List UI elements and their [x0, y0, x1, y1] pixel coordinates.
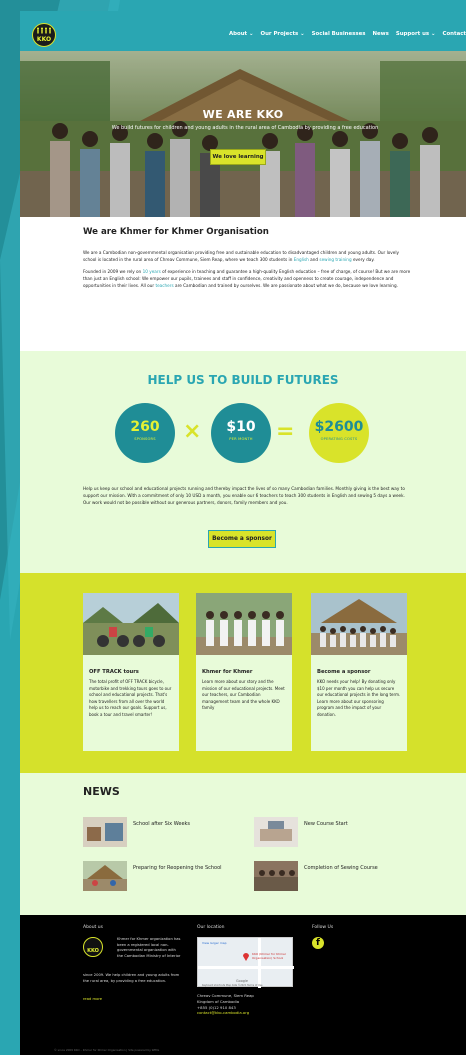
location-heading: Our location [197, 925, 225, 930]
news-item-title: Preparing for Reopening the School [133, 865, 222, 871]
news-item-title: Completion of Sewing Course [304, 865, 378, 871]
main-nav: About ⌄ Our Projects ⌄ Social Businesses… [229, 31, 466, 37]
hero-title: WE ARE KKO [202, 108, 284, 121]
intro-title: We are Khmer for Khmer Organisation [83, 227, 269, 237]
nav-about[interactable]: About ⌄ [229, 31, 254, 37]
card-off-track-tours[interactable]: OFF TRACK tours The total profit of OFF … [83, 593, 179, 751]
sewing-training-link[interactable]: sewing training [319, 257, 351, 262]
view-larger-map-link[interactable]: View larger map [202, 941, 227, 945]
news-thumbnail [254, 861, 298, 891]
intro-p1-text-2: and [308, 257, 320, 262]
become-sponsor-button[interactable]: Become a sponsor [208, 530, 276, 548]
news-item[interactable]: School after Six Weeks [83, 817, 190, 847]
news-item-title: School after Six Weeks [133, 821, 191, 827]
intro-paragraph-2: Founded in 2009 we rely on 10 years of e… [83, 268, 413, 289]
card-text: Learn more about our story and the missi… [202, 679, 285, 711]
nav-our-projects[interactable]: Our Projects ⌄ [261, 31, 305, 37]
news-item[interactable]: Preparing for Reopening the School [83, 861, 222, 891]
news-item[interactable]: Completion of Sewing Course [254, 861, 378, 891]
page: Support KKO, build a new with us! KKO Ab… [20, 11, 466, 1055]
equals-sign: = [276, 419, 295, 444]
news-thumbnail [83, 861, 127, 891]
map-road [258, 938, 261, 988]
nav-news[interactable]: News [372, 31, 388, 37]
address-block: Chreav Commune, Siem Reap Kingdom of Cam… [197, 993, 254, 1016]
card-image-students [311, 593, 407, 655]
intro-paragraph-1: We are a Cambodian non-governmental orga… [83, 249, 413, 263]
footer-logo: KKO [83, 937, 103, 957]
copyright-text: © since 2009 KKO – Khmer for Khmer Organ… [54, 1048, 160, 1052]
operating-costs-stat: $2600 OPERATING COSTS [309, 403, 369, 463]
per-month-stat: $10 PER MONTH [211, 403, 271, 463]
map-pin-icon [243, 953, 249, 961]
ten-years-link[interactable]: 10 years [143, 269, 161, 274]
card-text: KKO needs your help! By donating only $1… [317, 679, 401, 717]
news-thumbnail [83, 817, 127, 847]
card-image-team [196, 593, 292, 655]
operating-costs-number: $2600 [314, 419, 364, 435]
kko-logo[interactable]: KKO [32, 23, 56, 47]
sponsors-number: 260 [130, 419, 160, 435]
map-footer-text: Keyboard shortcuts Map data ©2021 Terms … [202, 984, 263, 987]
card-title: Become a sponsor [317, 669, 371, 675]
cards-section: OFF TRACK tours The total profit of OFF … [20, 573, 466, 773]
per-month-label: PER MONTH [229, 437, 253, 441]
facebook-glyph: f [316, 938, 320, 948]
map-google-logo: Google [236, 979, 248, 983]
intro-p1-text-3: every day. [351, 257, 375, 262]
address-line-1: Chreav Commune, Siem Reap [197, 993, 254, 998]
read-more-link[interactable]: read more [83, 997, 102, 1003]
times-sign: × [183, 419, 202, 444]
sponsors-stat: 260 SPONSORS [115, 403, 175, 463]
help-text: Help us keep our school and educational … [83, 486, 405, 505]
help-title: HELP US TO BUILD FUTURES [147, 373, 339, 387]
follow-us-heading: Follow Us [312, 925, 334, 930]
map-road [198, 966, 294, 969]
logo-text: KKO [36, 36, 52, 43]
per-month-number: $10 [226, 419, 256, 435]
news-title: NEWS [83, 785, 120, 798]
card-become-sponsor[interactable]: Become a sponsor KKO needs your help! By… [311, 593, 407, 751]
email-link[interactable]: contact@kko-cambodia.org [197, 1010, 254, 1016]
nav-social-businesses[interactable]: Social Businesses [312, 31, 366, 37]
site-header: KKO About ⌄ Our Projects ⌄ Social Busine… [20, 17, 466, 51]
news-item[interactable]: New Course Start [254, 817, 348, 847]
logo-figures-icon [37, 27, 51, 34]
news-section: NEWS School after Six Weeks New Course S… [20, 773, 466, 915]
nav-contact[interactable]: Contact [443, 31, 466, 37]
card-image-tours [83, 593, 179, 655]
sponsors-label: SPONSORS [134, 437, 156, 441]
map-place-label: KKO (Khmer for Khmer Organisation) Schoo… [252, 952, 287, 960]
english-link[interactable]: English [294, 257, 309, 262]
news-item-title: New Course Start [304, 821, 348, 827]
teachers-link[interactable]: teachers [155, 283, 173, 288]
intro-section: We are Khmer for Khmer Organisation We a… [83, 227, 413, 294]
hero-banner: WE ARE KKO We build futures for children… [20, 51, 466, 217]
about-text-2: since 2009. We help children and young a… [83, 973, 180, 983]
location-map[interactable]: View larger map KKO (Khmer for Khmer Org… [197, 937, 294, 988]
card-khmer-for-khmer[interactable]: Khmer for Khmer Learn more about our sto… [196, 593, 292, 751]
intro-p2-text-3: are Cambodian and trained by ourselves. … [173, 283, 398, 288]
hero-subtitle: We build futures for children and young … [111, 125, 379, 131]
news-thumbnail [254, 817, 298, 847]
operating-costs-label: OPERATING COSTS [320, 437, 358, 441]
intro-p2-text: Founded in 2009 we rely on [83, 269, 143, 274]
nav-support-us[interactable]: Support us ⌄ [396, 31, 436, 37]
help-section: HELP US TO BUILD FUTURES 260 SPONSORS × … [20, 351, 466, 573]
we-love-learning-button[interactable]: We love learning [210, 149, 266, 165]
site-footer: About us KKO Khmer for Khmer organizatio… [20, 915, 466, 1055]
about-text-1: Khmer for Khmer organization has been a … [117, 937, 181, 958]
footer-logo-text: KKO [87, 948, 99, 954]
facebook-icon[interactable]: f [312, 937, 324, 949]
about-us-heading: About us [83, 925, 103, 930]
card-title: Khmer for Khmer [202, 669, 253, 675]
card-text: The total profit of OFF TRACK bicycle, m… [89, 679, 172, 717]
hero-overlay [20, 51, 466, 217]
card-title: OFF TRACK tours [89, 669, 139, 675]
